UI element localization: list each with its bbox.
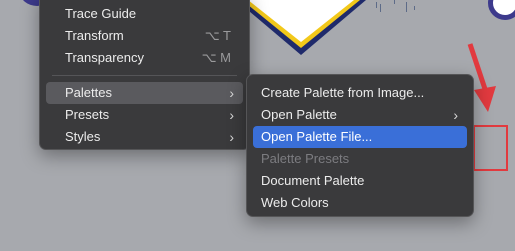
menu-item-label: Document Palette	[261, 173, 365, 188]
menu-item-label: Transparency	[65, 50, 144, 65]
chevron-right-icon: ›	[229, 85, 234, 101]
menu-item-label: Open Palette	[261, 107, 337, 122]
window-menu: Trace Guide Transform ⌥ T Transparency ⌥…	[39, 0, 250, 150]
menu-separator	[52, 75, 237, 76]
menu-item-trace-guide[interactable]: Trace Guide	[46, 3, 243, 25]
chevron-right-icon: ›	[229, 129, 234, 145]
palettes-submenu: Create Palette from Image... Open Palett…	[246, 74, 474, 217]
menu-item-label: Transform	[65, 28, 124, 43]
menu-item-label: Presets	[65, 107, 110, 122]
menu-item-label: Trace Guide	[65, 6, 137, 21]
menu-item-label: Open Palette File...	[261, 129, 373, 144]
menu-item-transparency[interactable]: Transparency ⌥ M	[46, 47, 243, 69]
chevron-right-icon: ›	[453, 107, 458, 123]
menu-item-create-palette-from-image[interactable]: Create Palette from Image...	[253, 82, 467, 104]
chevron-right-icon: ›	[229, 107, 234, 123]
menu-item-palettes[interactable]: Palettes ›	[46, 82, 243, 104]
menu-item-web-colors[interactable]: Web Colors	[253, 192, 467, 214]
menu-item-styles[interactable]: Styles ›	[46, 126, 243, 148]
menu-item-label: Create Palette from Image...	[261, 85, 425, 100]
shortcut-label: ⌥ M	[201, 50, 231, 65]
menu-item-label: Palettes	[65, 85, 112, 100]
artwork-circle-right	[488, 0, 515, 20]
menu-item-open-palette[interactable]: Open Palette ›	[253, 104, 467, 126]
menu-item-presets[interactable]: Presets ›	[46, 104, 243, 126]
menu-item-label: Web Colors	[261, 195, 329, 210]
menu-item-palette-presets: Palette Presets	[253, 148, 467, 170]
menu-item-label: Styles	[65, 129, 101, 144]
red-highlight-box	[473, 125, 508, 171]
artwork-speckles	[376, 0, 415, 12]
menu-item-transform[interactable]: Transform ⌥ T	[46, 25, 243, 47]
shortcut-label: ⌥ T	[204, 28, 231, 43]
menu-item-label: Palette Presets	[261, 151, 350, 166]
menu-item-open-palette-file[interactable]: Open Palette File...	[253, 126, 467, 148]
menu-item-document-palette[interactable]: Document Palette	[253, 170, 467, 192]
artwork-shield-graphic	[236, 0, 366, 55]
